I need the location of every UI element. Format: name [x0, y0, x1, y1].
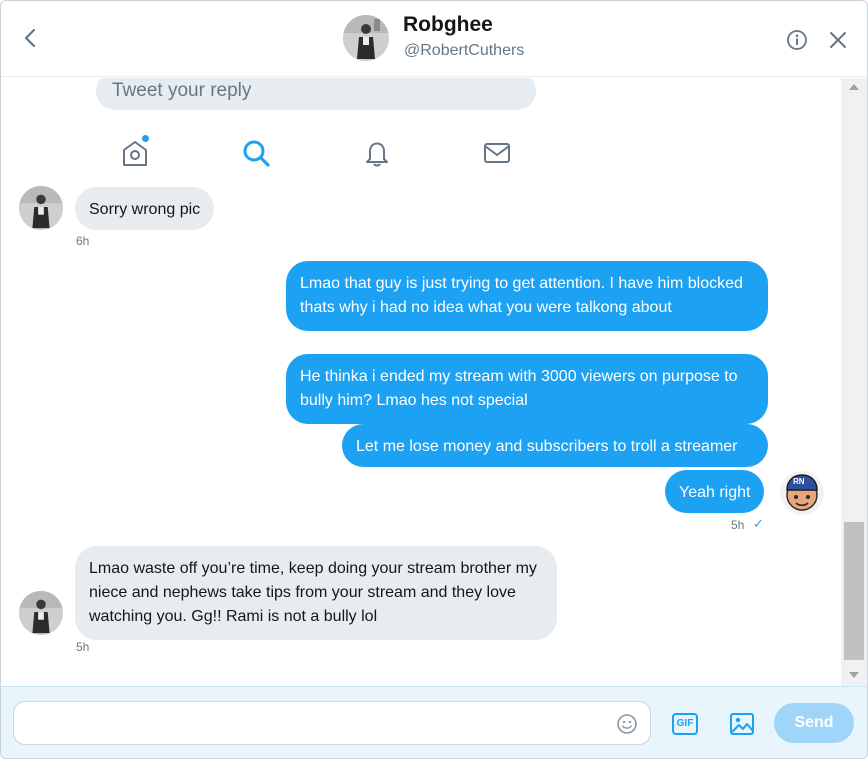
message-thread[interactable]: Tweet your reply Sorry wrong pic 6h Lmao… — [1, 78, 841, 686]
notifications-icon[interactable] — [362, 138, 392, 168]
outgoing-message[interactable]: Lmao that guy is just trying to get atte… — [286, 261, 768, 331]
gif-button[interactable]: GIF — [672, 713, 698, 735]
home-notification-dot — [142, 135, 149, 142]
outgoing-message[interactable]: Let me lose money and subscribers to tro… — [342, 424, 768, 467]
incoming-message[interactable]: Lmao waste off you’re time, keep doing y… — [75, 546, 557, 640]
emoji-icon[interactable] — [616, 713, 638, 735]
contact-handle[interactable]: @RobertCuthers — [404, 42, 524, 60]
incoming-message[interactable]: Sorry wrong pic — [75, 187, 215, 230]
dm-window: Robghee @RobertCuthers Tweet your reply — [0, 0, 868, 759]
outgoing-message[interactable]: Yeah right — [665, 470, 765, 513]
message-timestamp: 5h — [731, 518, 745, 532]
scroll-up-arrow-icon[interactable] — [849, 84, 859, 90]
tweet-reply-input[interactable]: Tweet your reply — [96, 78, 536, 110]
outgoing-message[interactable]: He thinka i ended my stream with 3000 vi… — [286, 354, 768, 424]
my-avatar[interactable]: RN — [780, 471, 824, 515]
contact-message-avatar[interactable] — [19, 186, 63, 230]
message-composer: GIF Send — [1, 686, 867, 758]
conversation-header: Robghee @RobertCuthers — [1, 1, 867, 77]
image-icon[interactable] — [729, 711, 755, 737]
contact-avatar[interactable] — [343, 15, 389, 61]
my-avatar-badge: RN — [793, 477, 805, 486]
info-icon[interactable] — [786, 29, 808, 51]
message-timestamp: 5h — [76, 640, 90, 654]
contact-message-avatar[interactable] — [19, 591, 63, 635]
search-icon[interactable] — [241, 138, 271, 168]
message-input[interactable] — [13, 701, 651, 745]
scrollbar-thumb[interactable] — [844, 522, 864, 660]
scroll-down-arrow-icon[interactable] — [849, 672, 859, 678]
home-icon[interactable] — [120, 138, 150, 168]
send-button[interactable]: Send — [774, 703, 854, 743]
back-arrow-icon[interactable] — [19, 25, 43, 51]
contact-name[interactable]: Robghee — [403, 13, 493, 37]
message-timestamp: 6h — [76, 234, 90, 248]
read-receipt-icon: ✓ — [753, 516, 764, 531]
thread-scrollbar[interactable] — [841, 78, 867, 686]
close-icon[interactable] — [827, 29, 849, 51]
messages-icon[interactable] — [482, 138, 512, 168]
